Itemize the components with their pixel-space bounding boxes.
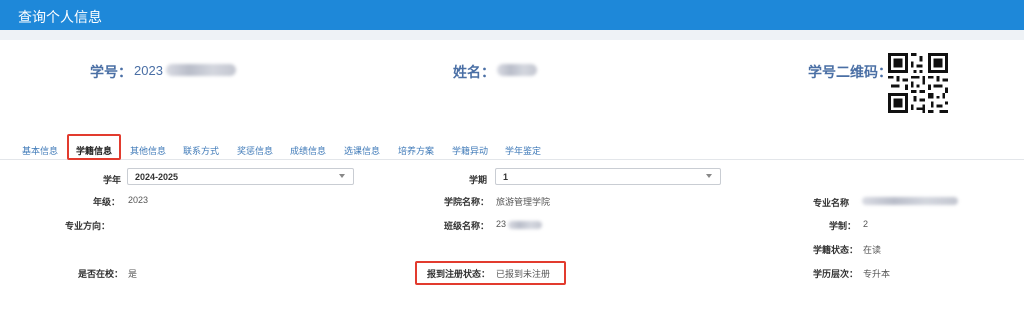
in-school-value: 是	[128, 269, 138, 279]
registration-highlight-box	[415, 261, 566, 285]
qr-code-image	[888, 53, 948, 113]
chevron-down-icon	[339, 174, 345, 178]
duration-label: 学制：	[829, 221, 857, 231]
redacted-class	[508, 221, 542, 229]
direction-label: 专业方向：	[65, 221, 111, 231]
status-label: 学籍状态：	[813, 245, 859, 255]
name-label: 姓名：	[453, 64, 495, 80]
level-label: 学历层次：	[813, 269, 859, 279]
tab-grades[interactable]: 成绩信息	[290, 144, 326, 157]
tab-highlight-box	[67, 134, 121, 160]
tab-bar: 基本信息 学籍信息 其他信息 联系方式 奖惩信息 成绩信息 选课信息 培养方案 …	[0, 135, 1024, 160]
tab-other-info[interactable]: 其他信息	[130, 144, 166, 157]
term-select[interactable]: 1	[495, 168, 721, 185]
college-value: 旅游管理学院	[496, 197, 551, 207]
major-label: 专业名称	[813, 198, 850, 208]
student-id-label: 学号：	[90, 64, 132, 80]
college-label: 学院名称：	[444, 197, 490, 207]
level-value: 专升本	[863, 269, 891, 279]
student-id-value: 2023	[134, 63, 163, 78]
duration-value: 2	[863, 219, 869, 229]
qr-label: 学号二维码：	[808, 64, 892, 80]
tab-basic-info[interactable]: 基本信息	[22, 144, 58, 157]
term-select-value: 1	[503, 172, 509, 182]
year-select[interactable]: 2024-2025	[127, 168, 354, 185]
term-label: 学期	[469, 175, 488, 185]
class-value: 23	[496, 219, 507, 229]
window-title: 查询个人信息	[18, 9, 102, 25]
grade-value: 2023	[128, 195, 149, 205]
chevron-down-icon	[706, 174, 712, 178]
in-school-label: 是否在校：	[78, 269, 124, 279]
tab-training-plan[interactable]: 培养方案	[398, 144, 434, 157]
year-label: 学年	[103, 175, 122, 185]
tab-awards[interactable]: 奖惩信息	[237, 144, 273, 157]
redacted-student-id	[166, 64, 236, 76]
tab-status-change[interactable]: 学籍异动	[452, 144, 488, 157]
year-select-value: 2024-2025	[135, 172, 179, 182]
tab-annual-review[interactable]: 学年鉴定	[505, 144, 541, 157]
status-value: 在读	[863, 245, 882, 255]
class-label: 班级名称：	[444, 221, 490, 231]
grade-label: 年级：	[93, 197, 121, 207]
redacted-major	[862, 197, 958, 205]
tab-courses[interactable]: 选课信息	[344, 144, 380, 157]
redacted-name	[497, 64, 537, 76]
title-bar: 查询个人信息	[0, 0, 1024, 30]
header-band	[0, 30, 1024, 40]
tab-contact[interactable]: 联系方式	[183, 144, 219, 157]
